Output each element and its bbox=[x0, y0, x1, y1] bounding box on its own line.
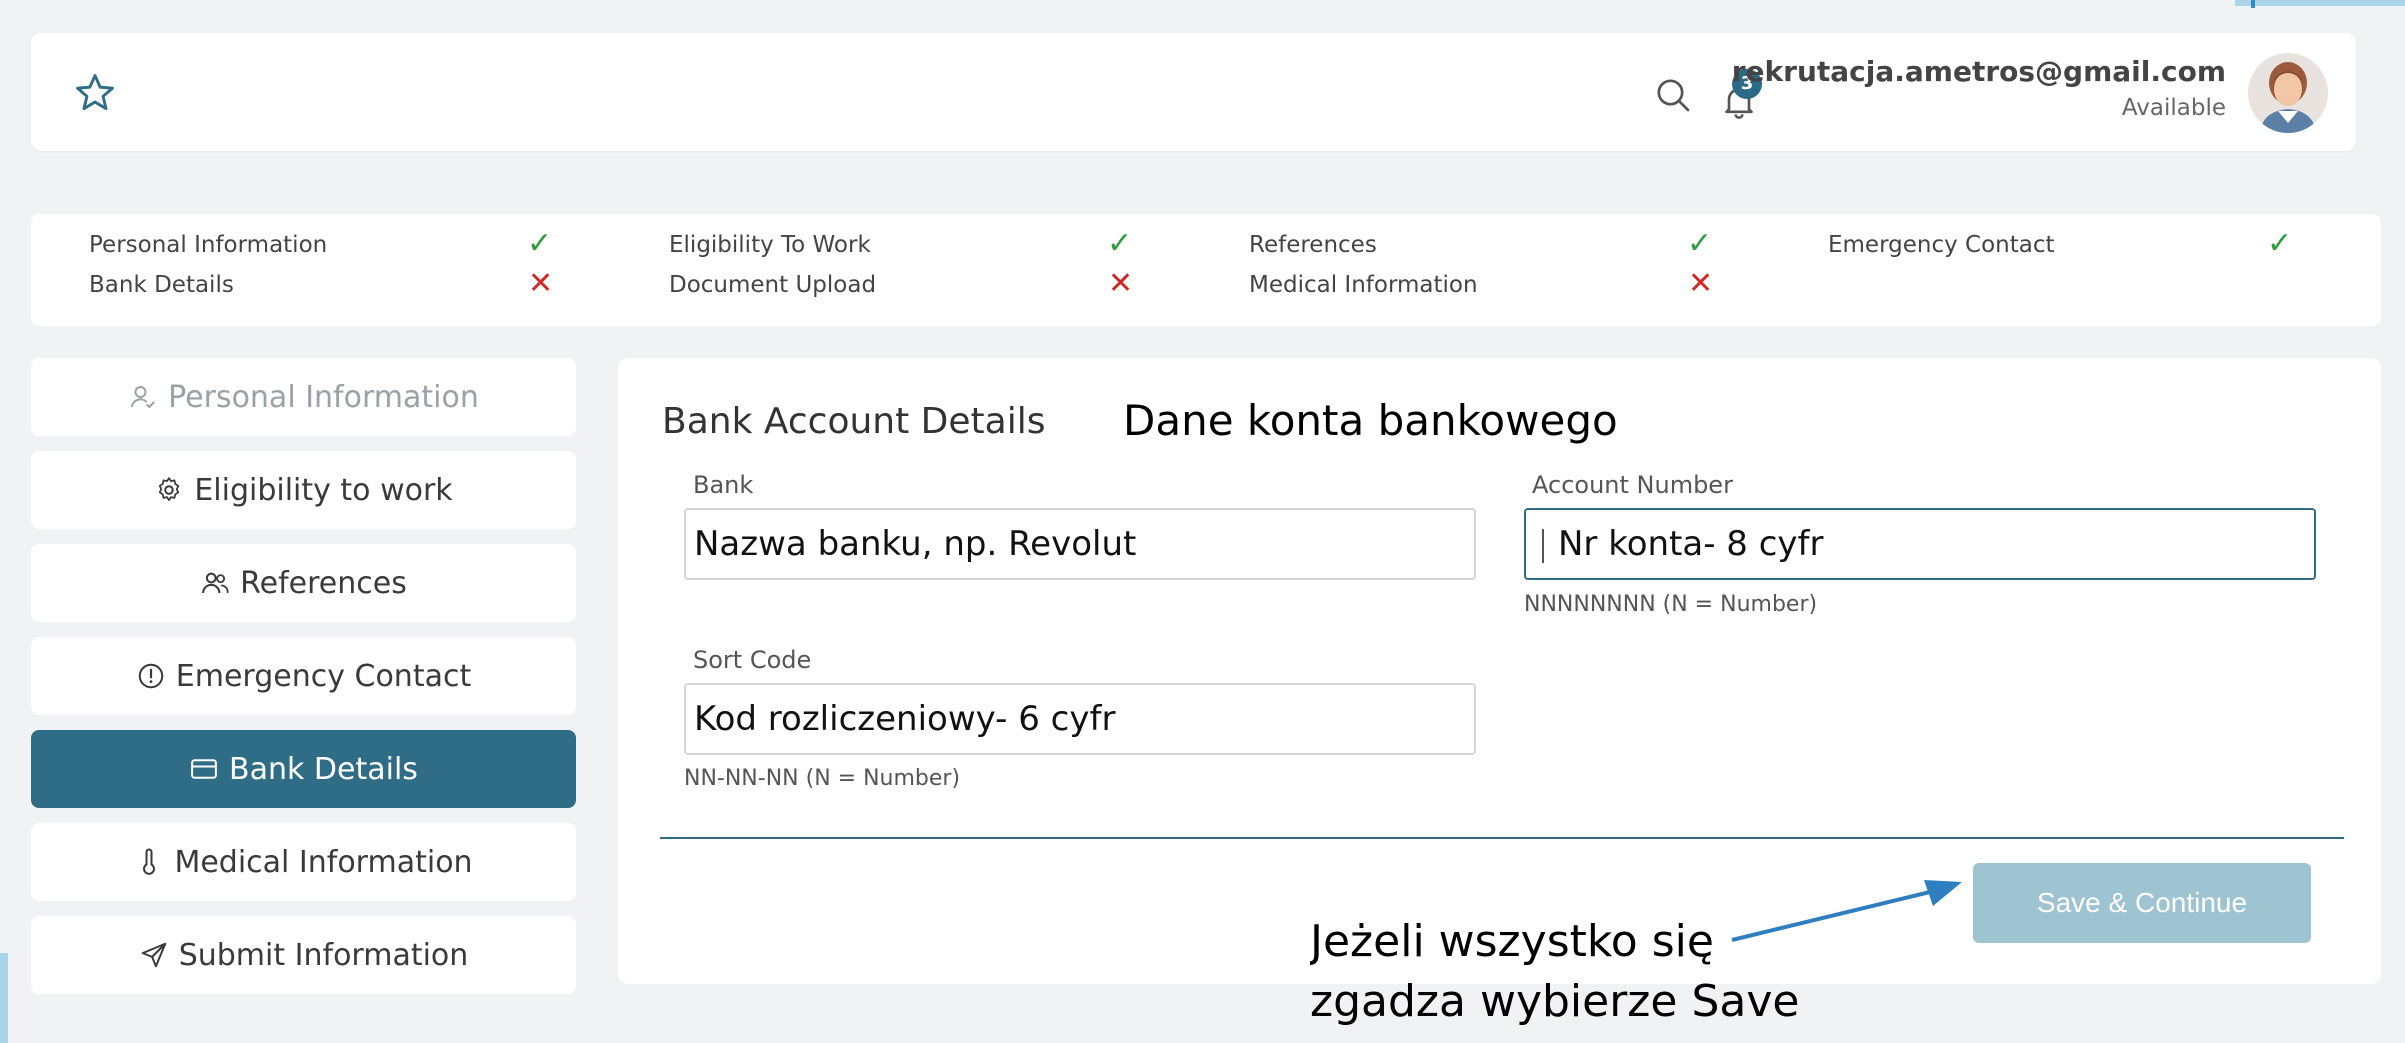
left-edge-accent bbox=[0, 953, 8, 1043]
sort-code-hint: NN-NN-NN (N = Number) bbox=[684, 766, 961, 791]
top-bar: 3 rekrutacja.ametros@gmail.com Available bbox=[31, 33, 2356, 151]
annotation-title: Dane konta bankowego bbox=[1123, 396, 1618, 445]
sidebar-item-submit-information[interactable]: Submit Information bbox=[31, 916, 576, 994]
sort-code-value: Kod rozliczeniowy- 6 cyfr bbox=[694, 699, 1116, 739]
gear-icon bbox=[159, 477, 180, 501]
sidebar-item-label: Eligibility to work bbox=[194, 472, 453, 508]
credit-card-icon bbox=[191, 759, 217, 779]
check-icon: ✓ bbox=[1107, 226, 1133, 261]
sort-code-field[interactable]: Kod rozliczeniowy- 6 cyfr bbox=[684, 683, 1476, 755]
cross-icon: ✕ bbox=[1108, 266, 1134, 301]
status-personal-information: Personal Information bbox=[89, 232, 328, 258]
bank-details-panel: Bank Account Details Dane konta bankoweg… bbox=[618, 358, 2381, 984]
status-references: References bbox=[1249, 232, 1377, 258]
form-divider bbox=[660, 837, 2344, 839]
avatar[interactable] bbox=[2248, 53, 2328, 133]
check-icon: ✓ bbox=[2267, 226, 2293, 261]
save-continue-button[interactable]: Save & Continue bbox=[1973, 863, 2311, 943]
sidebar-item-label: References bbox=[240, 565, 407, 601]
cross-icon: ✕ bbox=[528, 266, 554, 301]
sidebar-item-label: Personal Information bbox=[168, 379, 479, 415]
account-number-hint: NNNNNNNN (N = Number) bbox=[1524, 592, 1818, 617]
sort-code-label: Sort Code bbox=[693, 646, 812, 674]
annotation-line: & Continue bbox=[1310, 1032, 1799, 1043]
sidebar-item-personal-information[interactable]: Personal Information bbox=[31, 358, 576, 436]
corner-accent-line bbox=[2251, 0, 2255, 8]
sidebar-item-label: Emergency Contact bbox=[175, 658, 472, 694]
user-status: Available bbox=[2121, 95, 2226, 121]
star-icon[interactable] bbox=[73, 71, 117, 115]
account-number-label: Account Number bbox=[1532, 471, 1733, 499]
bank-field-value: Nazwa banku, np. Revolut bbox=[694, 524, 1137, 564]
users-icon bbox=[202, 572, 229, 594]
search-icon[interactable] bbox=[1653, 75, 1693, 115]
user-email[interactable]: rekrutacja.ametros@gmail.com bbox=[1732, 55, 2226, 88]
annotation-line: Jeżeli wszystko się bbox=[1310, 916, 1714, 967]
sidebar-item-medical-information[interactable]: Medical Information bbox=[31, 823, 576, 901]
status-emergency-contact: Emergency Contact bbox=[1828, 232, 2055, 258]
status-medical-information: Medical Information bbox=[1249, 272, 1478, 298]
avatar-image bbox=[2248, 53, 2328, 133]
progress-summary: Personal Information ✓ Eligibility To Wo… bbox=[31, 214, 2381, 326]
text-caret bbox=[1542, 528, 1544, 563]
page-title: Bank Account Details bbox=[662, 401, 1046, 442]
account-number-value: Nr konta- 8 cyfr bbox=[1558, 524, 1824, 564]
sidebar-item-label: Submit Information bbox=[178, 937, 469, 973]
annotation-line: zgadza wybierze Save bbox=[1310, 976, 1800, 1027]
check-icon: ✓ bbox=[1687, 226, 1713, 261]
sidebar-item-label: Medical Information bbox=[174, 844, 473, 880]
user-check-icon bbox=[130, 386, 156, 409]
sidebar-item-label: Bank Details bbox=[229, 751, 418, 787]
bank-field[interactable]: Nazwa banku, np. Revolut bbox=[684, 508, 1476, 580]
annotation-note: Jeżeli wszystko się zgadza wybierze Save… bbox=[1310, 912, 1799, 1043]
sidebar-item-emergency-contact[interactable]: Emergency Contact bbox=[31, 637, 576, 715]
status-eligibility-to-work: Eligibility To Work bbox=[669, 232, 871, 258]
cross-icon: ✕ bbox=[1688, 266, 1714, 301]
thermometer-icon bbox=[143, 848, 156, 875]
check-icon: ✓ bbox=[527, 226, 553, 261]
status-bank-details: Bank Details bbox=[89, 272, 234, 298]
status-document-upload: Document Upload bbox=[669, 272, 877, 298]
corner-accent bbox=[2235, 0, 2405, 6]
sidebar-item-bank-details[interactable]: Bank Details bbox=[31, 730, 576, 808]
alert-circle-icon bbox=[138, 663, 164, 689]
sidebar-item-references[interactable]: References bbox=[31, 544, 576, 622]
sidebar-item-eligibility-to-work[interactable]: Eligibility to work bbox=[31, 451, 576, 529]
account-number-field[interactable]: Nr konta- 8 cyfr bbox=[1524, 508, 2316, 580]
send-icon bbox=[141, 942, 166, 968]
bank-label: Bank bbox=[693, 471, 754, 499]
